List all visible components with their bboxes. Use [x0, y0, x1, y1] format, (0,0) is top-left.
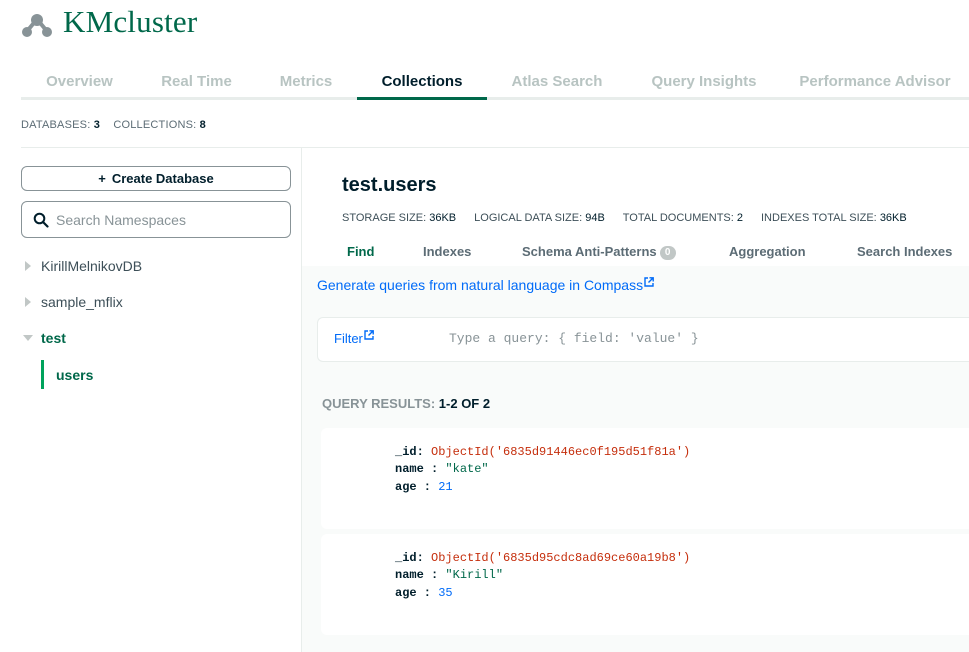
field-value: ObjectId('6835d95cdc8ad69ce60a19b8') [431, 551, 691, 565]
field-value: 35 [438, 586, 453, 600]
subtab-schema-anti-patterns[interactable]: Schema Anti-Patterns 0 [522, 238, 676, 266]
field-key: age : [395, 480, 432, 494]
cluster-title: KMcluster [63, 4, 198, 39]
doc-field-id: _id: ObjectId('6835d95cdc8ad69ce60a19b8'… [395, 551, 690, 565]
sidebar-db-label: KirillMelnikovDB [41, 258, 143, 274]
field-key: name : [395, 568, 439, 582]
field-value: "kate" [445, 462, 489, 476]
tab-overview[interactable]: Overview [21, 66, 138, 97]
cluster-icon [22, 14, 52, 37]
stat-indexes-total-size: INDEXES TOTAL SIZE: 36KB [761, 212, 907, 224]
collection-stats: STORAGE SIZE: 36KB LOGICAL DATA SIZE: 94… [342, 212, 925, 224]
subtab-schema-label: Schema Anti-Patterns [522, 244, 657, 259]
create-database-button[interactable]: + Create Database [21, 166, 291, 191]
stat-storage-size: STORAGE SIZE: 36KB [342, 212, 456, 224]
database-summary: DATABASES: 3 COLLECTIONS: 8 [21, 119, 206, 131]
sidebar-db-test[interactable]: test [21, 327, 66, 349]
divider [21, 147, 969, 148]
collections-label: COLLECTIONS: [113, 119, 197, 131]
stat-total-documents: TOTAL DOCUMENTS: 2 [623, 212, 743, 224]
stat-label: STORAGE SIZE: [342, 212, 427, 224]
stat-value: 2 [736, 212, 743, 224]
sidebar-db-label: test [41, 330, 66, 346]
field-value: 21 [438, 480, 453, 494]
databases-label: DATABASES: [21, 119, 91, 131]
tab-performance-advisor[interactable]: Performance Advisor [781, 66, 969, 97]
query-results-summary: QUERY RESULTS: 1-2 OF 2 [322, 396, 490, 411]
tab-metrics[interactable]: Metrics [255, 66, 357, 97]
search-namespaces-input[interactable] [56, 211, 276, 228]
caret-right-icon[interactable] [21, 295, 35, 309]
count-badge: 0 [659, 246, 676, 260]
doc-field-name: name : "Kirill" [395, 568, 503, 582]
doc-field-age: age : 21 [395, 480, 453, 494]
field-value: ObjectId('6835d91446ec0f195d51f81a') [431, 445, 691, 459]
sidebar-db-label: sample_mflix [41, 294, 123, 310]
stat-label: TOTAL DOCUMENTS: [622, 212, 734, 224]
compass-link[interactable]: Generate queries from natural language i… [317, 277, 654, 293]
search-icon [33, 212, 49, 228]
subtab-find[interactable]: Find [347, 238, 374, 266]
header: KMcluster [0, 0, 969, 60]
filter-query-input[interactable] [449, 331, 949, 346]
sidebar-collection-users[interactable]: users [41, 360, 93, 389]
sidebar-db-kirillmelnikovdb[interactable]: KirillMelnikovDB [21, 255, 142, 277]
filter-bar: Filter [317, 317, 969, 362]
cluster-tabs: Overview Real Time Metrics Collections A… [21, 66, 969, 100]
doc-field-age: age : 35 [395, 586, 453, 600]
subtab-search-indexes[interactable]: Search Indexes [857, 238, 952, 266]
tab-real-time[interactable]: Real Time [138, 66, 255, 97]
query-results-count: 1-2 OF 2 [438, 396, 491, 411]
filter-link[interactable]: Filter [334, 330, 374, 346]
sidebar-db-sample-mflix[interactable]: sample_mflix [21, 291, 123, 313]
doc-field-name: name : "kate" [395, 462, 489, 476]
document-card[interactable]: _id: ObjectId('6835d91446ec0f195d51f81a'… [321, 428, 969, 529]
field-key: name : [395, 462, 439, 476]
plus-icon: + [98, 171, 106, 186]
document-card[interactable]: _id: ObjectId('6835d95cdc8ad69ce60a19b8'… [321, 534, 969, 635]
field-value: "Kirill" [445, 568, 504, 582]
stat-value: 36KB [429, 212, 457, 224]
subtab-aggregation[interactable]: Aggregation [729, 238, 806, 266]
stat-value: 36KB [879, 212, 907, 224]
subtab-indexes[interactable]: Indexes [423, 238, 471, 266]
stat-value: 94B [585, 212, 605, 224]
field-key: _id: [395, 551, 424, 565]
filter-label: Filter [334, 331, 363, 346]
stat-logical-data-size: LOGICAL DATA SIZE: 94B [474, 212, 605, 224]
tab-query-insights[interactable]: Query Insights [627, 66, 781, 97]
external-link-icon [644, 277, 654, 287]
namespace-title: test.users [342, 174, 437, 196]
tab-collections[interactable]: Collections [357, 66, 487, 100]
caret-down-icon[interactable] [21, 331, 35, 345]
tab-atlas-search[interactable]: Atlas Search [487, 66, 627, 97]
query-results-label: QUERY RESULTS: [322, 396, 436, 411]
doc-field-id: _id: ObjectId('6835d91446ec0f195d51f81a'… [395, 445, 690, 459]
collections-count: 8 [199, 119, 206, 131]
stat-label: LOGICAL DATA SIZE: [474, 212, 583, 224]
search-namespaces [21, 201, 291, 238]
collection-subtabs: Find Indexes Schema Anti-Patterns 0 Aggre… [302, 238, 969, 266]
field-key: age : [395, 586, 432, 600]
field-key: _id: [395, 445, 424, 459]
databases-count: 3 [93, 119, 101, 131]
external-link-icon [364, 330, 374, 340]
compass-link-label: Generate queries from natural language i… [317, 277, 644, 293]
caret-right-icon[interactable] [21, 259, 35, 273]
stat-label: INDEXES TOTAL SIZE: [761, 212, 877, 224]
create-database-label: Create Database [111, 171, 214, 186]
